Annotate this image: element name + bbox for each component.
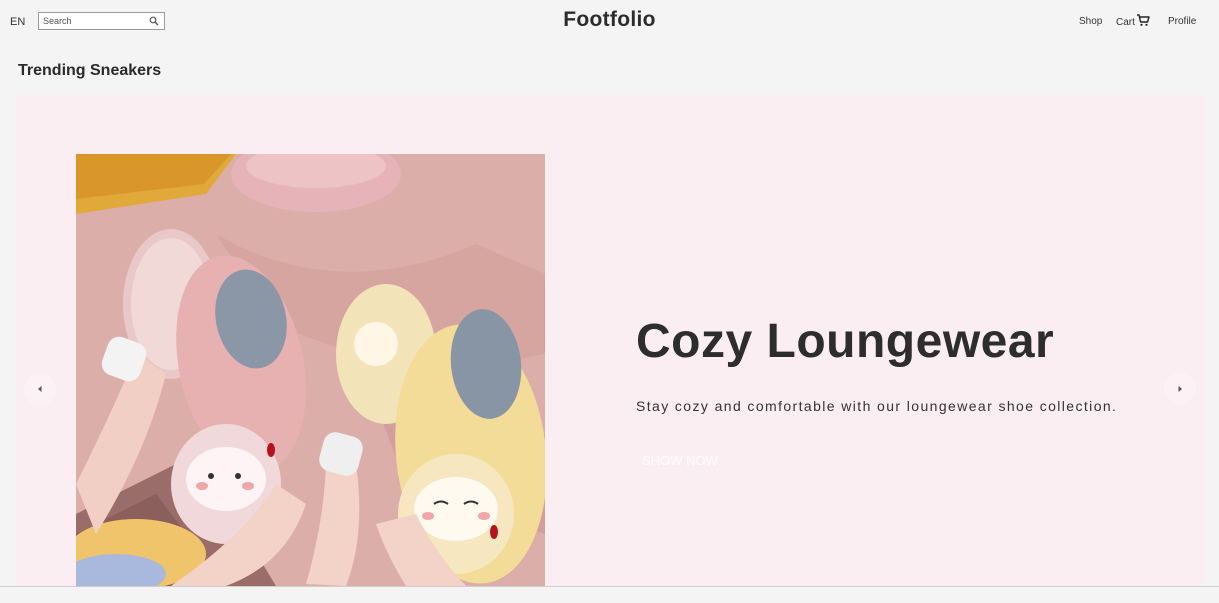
slide-image xyxy=(76,154,545,586)
carousel-prev-button[interactable] xyxy=(24,373,56,405)
nav-cart-label: Cart xyxy=(1116,17,1135,28)
page: EN Footfolio Shop Cart Profile Trending … xyxy=(0,0,1219,603)
nav-shop-link[interactable]: Shop xyxy=(1079,16,1102,27)
chevron-right-icon xyxy=(1178,386,1182,392)
divider xyxy=(0,586,1219,587)
slide-description: Stay cozy and comfortable with our loung… xyxy=(636,398,1118,414)
site-logo[interactable]: Footfolio xyxy=(0,8,1219,32)
carousel-next-button[interactable] xyxy=(1164,373,1196,405)
section-title: Trending Sneakers xyxy=(18,62,162,79)
chevron-left-icon xyxy=(38,386,42,392)
hero-carousel: Cozy Loungewear Stay cozy and comfortabl… xyxy=(16,95,1205,586)
nav-cart-link[interactable]: Cart xyxy=(1116,13,1150,29)
nav-profile-link[interactable]: Profile xyxy=(1168,16,1196,27)
show-now-button[interactable]: SHOW NOW xyxy=(636,448,726,472)
cart-icon xyxy=(1136,14,1150,26)
fluffy-slippers-photo xyxy=(76,154,545,586)
slide-heading: Cozy Loungewear xyxy=(636,315,1055,368)
